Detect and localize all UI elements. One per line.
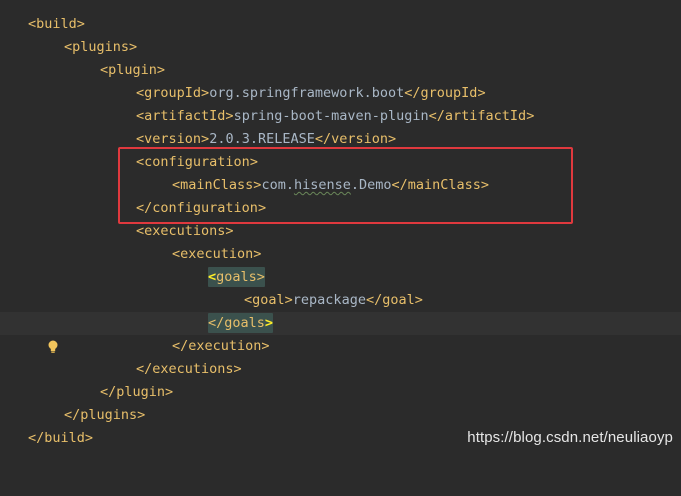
xml-open-tag: <build> — [28, 16, 85, 32]
code-line[interactable]: </plugin> — [0, 381, 681, 404]
code-line[interactable]: <goal>repackage</goal> — [0, 289, 681, 312]
xml-close-tag: </plugins> — [64, 407, 146, 423]
xml-text-value: repackage — [292, 292, 366, 308]
xml-close-tag: </goal> — [365, 292, 423, 308]
code-editor[interactable]: <build> <plugins> <plugin> <groupId>org.… — [0, 0, 681, 457]
xml-open-tag: <artifactId> — [136, 108, 234, 124]
code-line[interactable]: </executions> — [0, 358, 681, 381]
code-line[interactable]: </execution> — [0, 335, 681, 358]
code-line[interactable]: <plugins> — [0, 36, 681, 59]
code-line[interactable]: <goals> — [0, 266, 681, 289]
code-line[interactable]: <execution> — [0, 243, 681, 266]
xml-close-tag: </plugin> — [100, 384, 174, 400]
lightbulb-icon[interactable] — [0, 316, 58, 353]
xml-text-value: org.springframework.boot — [209, 85, 405, 101]
matched-tag-highlight: <goals> — [208, 267, 265, 287]
xml-close-tag: </build> — [28, 430, 94, 446]
xml-text-value: 2.0.3.RELEASE — [209, 131, 315, 147]
code-line[interactable]: <groupId>org.springframework.boot</group… — [0, 82, 681, 105]
xml-close-tag: </version> — [314, 131, 397, 147]
code-line[interactable]: <build> — [0, 13, 681, 36]
xml-open-tag: <plugins> — [64, 39, 138, 55]
code-line[interactable]: <artifactId>spring-boot-maven-plugin</ar… — [0, 105, 681, 128]
xml-open-tag: <plugin> — [100, 62, 166, 78]
watermark: https://blog.csdn.net/neuliaoyp — [467, 429, 673, 446]
xml-close-tag: </executions> — [136, 361, 242, 377]
xml-open-tag: <goal> — [244, 292, 293, 308]
xml-open-tag: <groupId> — [136, 85, 210, 101]
xml-open-tag: <execution> — [172, 246, 262, 262]
current-code-line[interactable]: </goals> — [0, 312, 681, 353]
code-line[interactable]: </plugins> — [0, 404, 681, 427]
xml-open-tag: <executions> — [136, 223, 234, 239]
annotation-box — [118, 147, 573, 224]
xml-open-tag: <version> — [136, 131, 210, 147]
xml-close-tag: </artifactId> — [428, 108, 535, 124]
code-line[interactable]: <plugin> — [0, 59, 681, 82]
matched-tag-highlight: </goals> — [208, 313, 274, 333]
xml-close-tag: </groupId> — [404, 85, 486, 101]
xml-text-value: spring-boot-maven-plugin — [233, 108, 429, 124]
xml-close-tag: </execution> — [172, 338, 270, 354]
